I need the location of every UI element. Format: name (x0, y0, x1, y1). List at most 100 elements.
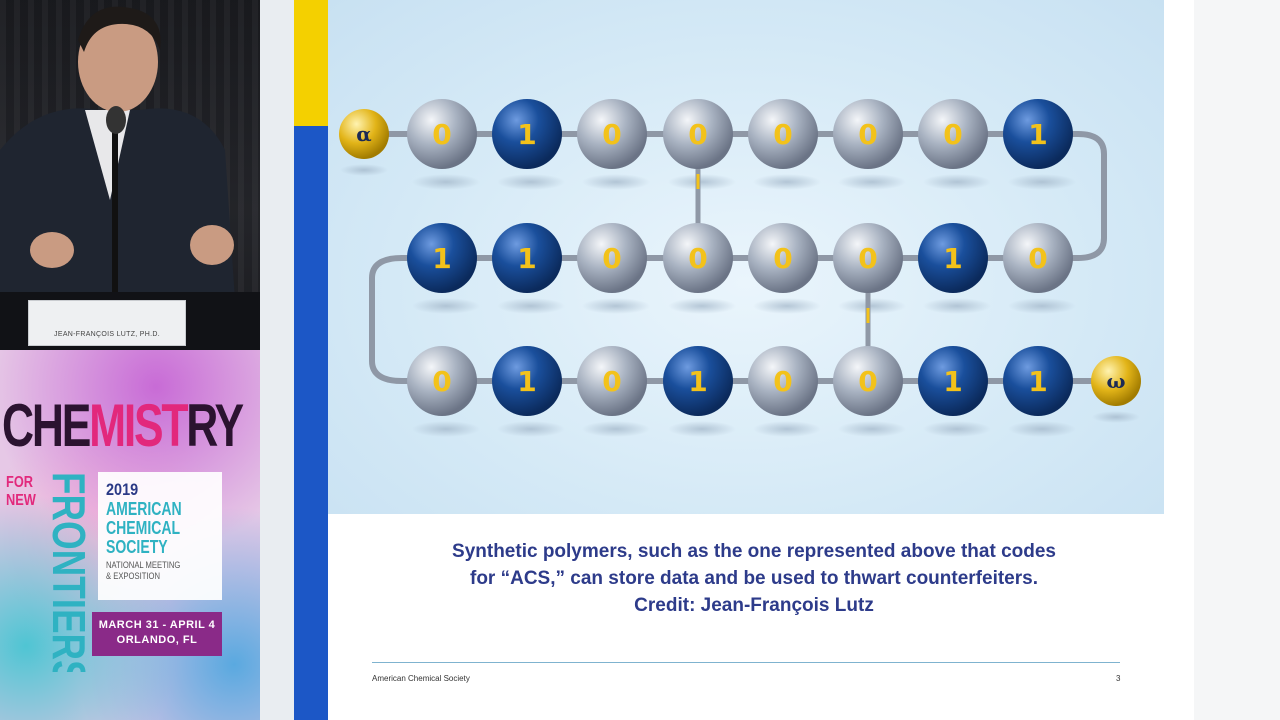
bead-shadow (412, 421, 480, 437)
bead-shadow (753, 174, 821, 190)
bead-digit: 1 (943, 242, 962, 275)
right-margin (1194, 0, 1280, 720)
monomer-bead: 0 (1003, 223, 1073, 293)
monomer-bead: 0 (748, 223, 818, 293)
bead-shadow (923, 421, 991, 437)
bead-shadow (668, 174, 736, 190)
monomer-bead: 0 (918, 99, 988, 169)
chain-link-turn-right (1075, 131, 1107, 261)
banner-organization: AMERICAN CHEMICAL SOCIETY (106, 499, 182, 557)
monomer-bead: 0 (833, 346, 903, 416)
bead-shadow (1092, 411, 1140, 423)
monomer-bead: 1 (492, 346, 562, 416)
monomer-bead: 0 (833, 223, 903, 293)
alpha-end-cap-label: α (356, 122, 371, 146)
caption-line-1: Synthetic polymers, such as the one repr… (452, 541, 1056, 562)
monomer-bead: 1 (492, 99, 562, 169)
polymer-chain-diagram: α ω 0 1 0 0 0 0 0 1 1 1 0 0 0 0 1 0 0 1 0 1 0 0 1 1 (339, 99, 1141, 437)
bead-shadow (1008, 298, 1076, 314)
monomer-bead: 1 (407, 223, 477, 293)
bead-digit: 1 (1028, 365, 1047, 398)
bead-shadow (753, 421, 821, 437)
omega-end-cap-label: ω (1106, 369, 1125, 393)
bead-shadow (582, 298, 650, 314)
monomer-bead: 0 (577, 346, 647, 416)
monomer-bead: 0 (833, 99, 903, 169)
bead-digit: 0 (602, 365, 621, 398)
bead-shadow (497, 174, 565, 190)
banner-info-card: 2019 AMERICAN CHEMICAL SOCIETY National … (98, 472, 222, 600)
bead-digit: 1 (688, 365, 707, 398)
bead-digit: 0 (688, 118, 707, 151)
bead-digit: 0 (773, 365, 792, 398)
caption-credit: Credit: Jean-François Lutz (634, 595, 874, 616)
banner-for-new: FOR NEW (6, 474, 36, 509)
bead-shadow (923, 298, 991, 314)
banner-chem-part3: RY (186, 392, 244, 459)
bead-digit: 1 (517, 118, 536, 151)
chain-link-turn-left (369, 255, 405, 384)
bead-digit: 1 (432, 242, 451, 275)
bead-digit: 1 (517, 242, 536, 275)
bead-shadow (1008, 421, 1076, 437)
bead-shadow (497, 298, 565, 314)
monomer-bead: 0 (748, 99, 818, 169)
banner-year: 2019 (106, 480, 139, 499)
bead-shadow (838, 298, 906, 314)
event-banner: CHEMISTRY FOR NEW 2019 AMERICAN CHEMICAL… (0, 350, 260, 720)
bead-shadow (412, 298, 480, 314)
monomer-bead: 0 (577, 223, 647, 293)
monomer-bead: 0 (577, 99, 647, 169)
monomer-bead: 1 (1003, 346, 1073, 416)
caption-line-2: for “ACS,” can store data and be used to… (470, 568, 1038, 589)
bead-digit: 1 (1028, 118, 1047, 151)
monomer-bead: 0 (407, 99, 477, 169)
bead-digit: 0 (943, 118, 962, 151)
slide-page-number: 3 (1116, 674, 1121, 683)
bead-shadow (838, 421, 906, 437)
slide-accent-blue (294, 126, 328, 720)
banner-chem-part2: MIST (89, 392, 188, 459)
bead-shadow (582, 421, 650, 437)
bead-digit: 0 (858, 118, 877, 151)
slide-accent-yellow (294, 0, 328, 126)
bead-digit: 0 (688, 242, 707, 275)
bead-shadow (753, 298, 821, 314)
bead-shadow (340, 164, 388, 176)
banner-meeting: National Meeting & Exposition (106, 560, 181, 581)
bead-shadow (1008, 174, 1076, 190)
nameplate-text: JEAN-FRANÇOIS LUTZ, PH.D. (54, 331, 160, 338)
banner-frontiers-wrap: FRONTIERS (44, 472, 94, 672)
monomer-bead: 1 (918, 223, 988, 293)
speaker-nameplate: JEAN-FRANÇOIS LUTZ, PH.D. (28, 300, 186, 346)
slide-footer-rule (372, 662, 1120, 663)
bead-shadow (497, 421, 565, 437)
bead-digit: 0 (773, 242, 792, 275)
bead-shadow (923, 174, 991, 190)
monomer-bead: 0 (407, 346, 477, 416)
bead-shadow (582, 174, 650, 190)
banner-dates: MARCH 31 - APRIL 4 ORLANDO, FL (92, 612, 222, 656)
bead-digit: 0 (773, 118, 792, 151)
slide-footer-org: American Chemical Society (372, 674, 470, 683)
bead-digit: 0 (1028, 242, 1047, 275)
speaker-figure (0, 6, 260, 350)
bead-digit: 0 (602, 242, 621, 275)
bead-digit: 0 (432, 118, 451, 151)
bead-shadow (668, 421, 736, 437)
bead-digit: 1 (517, 365, 536, 398)
banner-frontiers: FRONTIERS (44, 472, 94, 672)
bead-digit: 0 (858, 365, 877, 398)
bead-shadow (838, 174, 906, 190)
monomer-bead: 1 (918, 346, 988, 416)
bead-digit: 0 (858, 242, 877, 275)
monomer-bead: 0 (663, 223, 733, 293)
speaker-video: JEAN-FRANÇOIS LUTZ, PH.D. (0, 0, 260, 350)
monomer-bead: 1 (663, 346, 733, 416)
bead-digit: 0 (432, 365, 451, 398)
monomer-bead: 0 (748, 346, 818, 416)
banner-chem-part1: CHE (2, 392, 91, 459)
bead-digit: 0 (602, 118, 621, 151)
banner-chemistry-title: CHEMISTRY (2, 396, 244, 456)
bead-shadow (668, 298, 736, 314)
